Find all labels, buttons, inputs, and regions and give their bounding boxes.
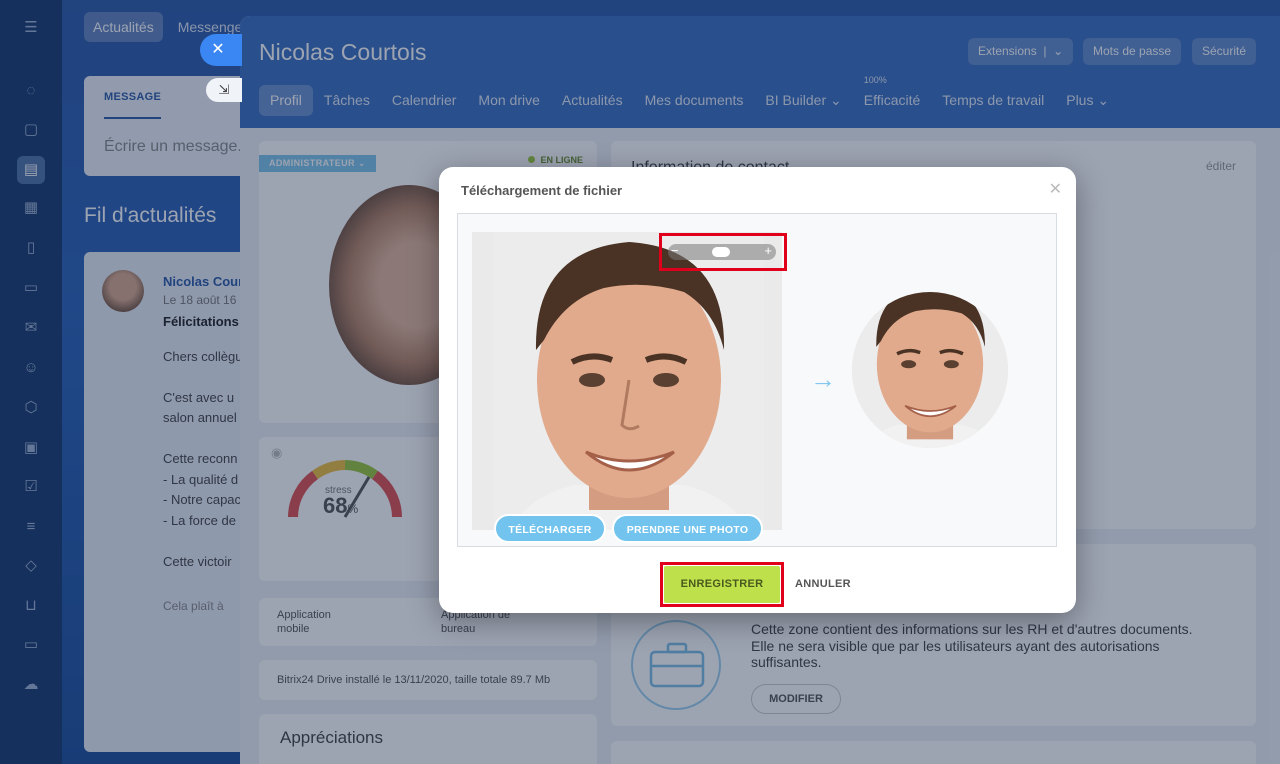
- avatar-preview: [852, 292, 1008, 448]
- photo-editor: − + TÉLÉCHARGER PRENDRE UNE PHOTO →: [457, 213, 1057, 547]
- cancel-button[interactable]: ANNULER: [795, 578, 851, 590]
- dialog-title: Téléchargement de fichier: [461, 183, 623, 198]
- take-photo-button[interactable]: PRENDRE UNE PHOTO: [612, 514, 763, 543]
- close-slider-button[interactable]: ✕: [200, 34, 242, 66]
- arrow-right-icon: →: [810, 364, 836, 394]
- file-upload-dialog: Téléchargement de fichier ✕ − + TÉLÉCHAR…: [439, 167, 1076, 613]
- photo-preview-small: [852, 292, 1008, 448]
- close-icon: ✕: [211, 41, 225, 58]
- minimize-slider-button[interactable]: ⇲: [206, 78, 242, 102]
- save-button[interactable]: ENREGISTRER: [664, 566, 780, 603]
- close-icon[interactable]: ✕: [1049, 179, 1062, 199]
- zoom-highlight-frame: [659, 233, 787, 271]
- photo-preview-large: [494, 232, 764, 530]
- crop-area[interactable]: [472, 232, 782, 530]
- upload-button[interactable]: TÉLÉCHARGER: [494, 514, 606, 543]
- arrow-down-right-icon: ⇲: [218, 82, 230, 97]
